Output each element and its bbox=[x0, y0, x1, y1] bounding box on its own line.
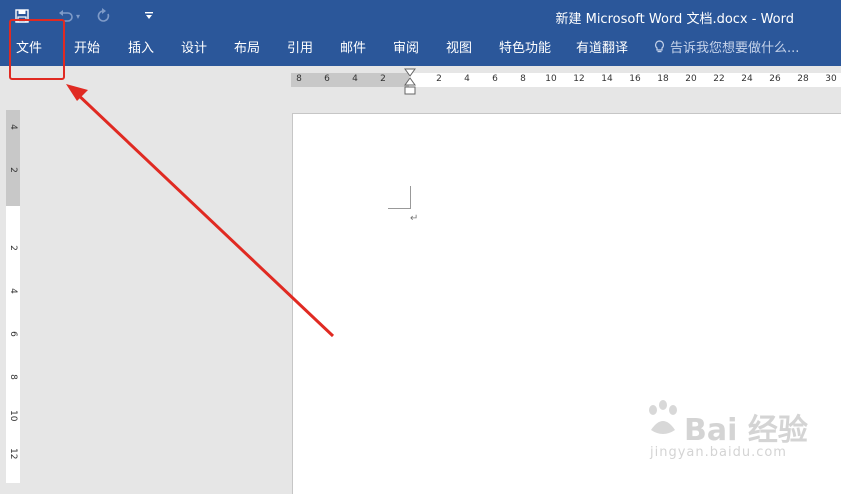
watermark-brand: Bai 经验 bbox=[684, 413, 808, 448]
baidu-paw-logo bbox=[649, 400, 677, 434]
watermark-url: jingyan.baidu.com bbox=[650, 445, 787, 460]
